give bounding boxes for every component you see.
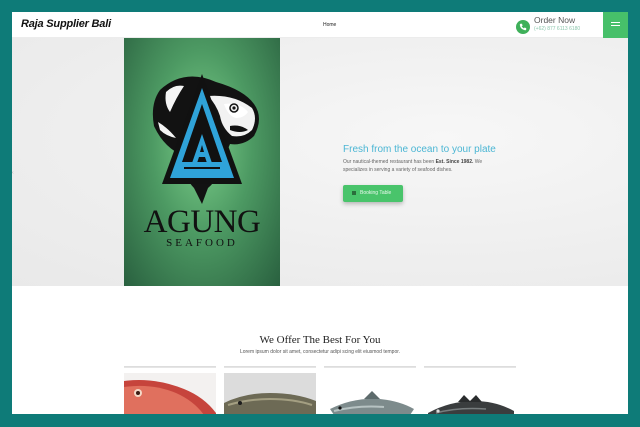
product-card[interactable] (324, 366, 416, 414)
product-card[interactable] (224, 366, 316, 414)
sea-bass-image (424, 373, 516, 414)
card-divider (224, 367, 316, 368)
booking-table-button[interactable]: Booking Table (343, 185, 403, 202)
browser-viewport: Raja Supplier Bali Home Order Now (+62) … (12, 12, 628, 414)
hero-section: ‹ AGUNG SEAFOOD Fresh from the ocean to … (12, 38, 628, 286)
order-now-title: Order Now (534, 15, 576, 25)
hero-text-bold: Est. Since 1982. (435, 159, 474, 165)
logo-title: AGUNG (143, 204, 261, 240)
menu-line-icon (611, 22, 620, 23)
offer-subtitle: Lorem ipsum dolor sit amet, consectetur … (239, 349, 401, 355)
calendar-icon (352, 191, 356, 195)
hero-text-part1: Our nautical-themed restaurant has been (343, 159, 436, 165)
card-divider (324, 367, 416, 368)
brand-logo[interactable]: Raja Supplier Bali (21, 18, 111, 30)
booking-table-label: Booking Table (360, 190, 392, 196)
chevron-left-icon[interactable]: ‹ (12, 170, 15, 176)
card-divider (424, 367, 516, 368)
product-card[interactable] (124, 366, 216, 414)
hamburger-menu-button[interactable] (603, 12, 628, 38)
grouper-image (224, 373, 316, 414)
card-divider (124, 367, 216, 368)
site-header: Raja Supplier Bali Home Order Now (+62) … (12, 12, 628, 38)
product-card[interactable] (424, 366, 516, 414)
agung-seafood-poster: AGUNG SEAFOOD (124, 38, 280, 286)
barramundi-image (324, 373, 416, 414)
red-snapper-image (124, 373, 216, 414)
order-now-block[interactable]: Order Now (+62) 877 6113 6180 (515, 14, 599, 36)
nav-home-link[interactable]: Home (323, 22, 336, 28)
phone-icon (516, 20, 530, 34)
hero-headline: Fresh from the ocean to your plate (343, 144, 496, 155)
menu-line-icon (611, 25, 620, 26)
fish-logo-graphic (152, 74, 259, 204)
logo-subtitle: SEAFOOD (166, 237, 238, 249)
hero-description: Our nautical-themed restaurant has been … (343, 158, 508, 174)
order-phone-number[interactable]: (+62) 877 6113 6180 (534, 26, 580, 32)
offer-title: We Offer The Best For You (259, 334, 381, 346)
